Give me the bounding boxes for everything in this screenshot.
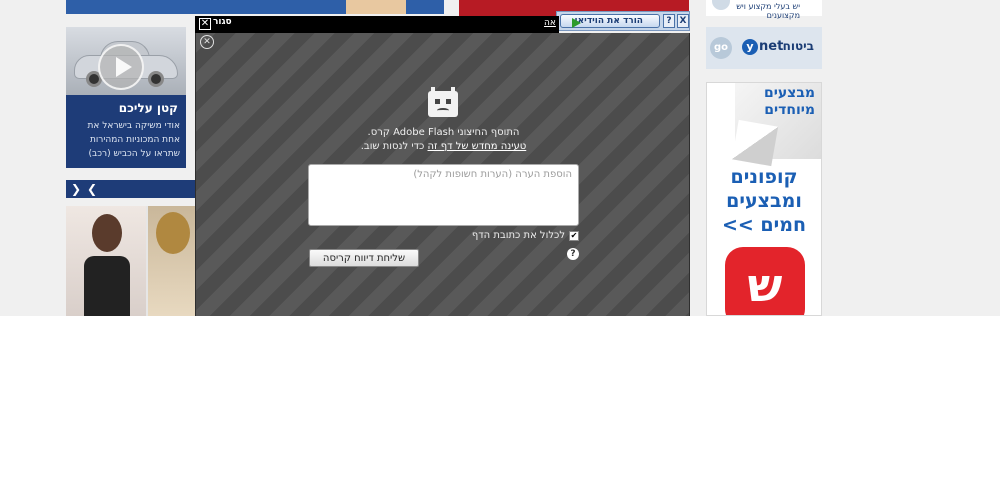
ynet-logo-text: net <box>759 39 784 54</box>
popup-header-bar: ✕ סגור אה <box>195 16 559 33</box>
person-head-shape <box>92 214 122 252</box>
include-url-row: ✔ לכלול את כתובת הדף <box>308 230 579 244</box>
ynet-insurance-banner[interactable]: go y net ביטוח <box>706 27 822 69</box>
include-url-checkbox[interactable]: ✔ <box>569 231 579 241</box>
crash-message: התוסף החיצוני Adobe Flash קרס. <box>367 127 520 138</box>
sad-plugin-icon <box>428 87 458 117</box>
person-head-shape <box>156 212 190 254</box>
go-icon: go <box>710 37 732 59</box>
chevron-right-icon[interactable]: ❮ <box>82 180 102 198</box>
car-article-text[interactable]: אודי משיקה בישראל את אחת המכוניות המהירו… <box>70 119 180 161</box>
paper-curl-graphic <box>731 119 779 167</box>
person-dress-shape <box>84 256 130 316</box>
video-download-bar: הורד את הוידיאו ? X <box>556 11 690 31</box>
person-photo <box>66 206 146 316</box>
shufersal-logo-icon: ש <box>725 247 805 315</box>
person-photo <box>148 206 196 316</box>
ynet-logo: y net <box>742 39 783 55</box>
car-article-title[interactable]: קטן עליכם <box>119 101 178 115</box>
reload-page-link[interactable]: טעינה מחדש של דף זה <box>428 141 527 152</box>
promo-special-label: מבצעים מיוחדים <box>763 85 815 118</box>
insurance-label: ביטוח <box>782 39 814 53</box>
download-video-label: הורד את הוידיאו <box>574 16 643 26</box>
promo-main-label: קופונים ומבצעים חמים >> <box>721 166 807 236</box>
plugin-crash-panel: ✕ התוסף החיצוני Adobe Flash קרס. טעינה מ… <box>195 33 690 316</box>
play-icon[interactable] <box>98 44 144 90</box>
include-url-label[interactable]: לכלול את כתובת הדף <box>472 230 565 241</box>
top-banner-thumbnail[interactable] <box>346 0 406 14</box>
close-circle-icon[interactable]: ✕ <box>200 35 214 49</box>
send-crash-report-button[interactable]: שליחת דיווח קריסה <box>309 249 419 267</box>
retry-suffix-text: כדי לנסות שוב. <box>360 141 428 152</box>
coupons-promo-ad[interactable]: מבצעים מיוחדים קופונים ומבצעים חמים >> ש <box>706 82 822 316</box>
browser-viewport: קטן עליכם אודי משיקה בישראל את אחת המכונ… <box>0 0 1000 316</box>
help-icon[interactable]: ? <box>567 248 579 260</box>
help-icon[interactable]: ? <box>663 14 675 28</box>
close-icon[interactable]: X <box>677 14 689 28</box>
sad-mouth-shape <box>437 108 449 113</box>
video-thumbnail[interactable] <box>66 206 196 316</box>
right-top-ad[interactable]: יש בעלי מקצוע ויש מקצוענים <box>706 0 822 20</box>
close-icon[interactable]: ✕ <box>199 18 211 30</box>
car-wheel-icon <box>148 71 164 87</box>
play-icon <box>572 18 581 28</box>
popup-close-label[interactable]: סגור <box>213 17 232 27</box>
crash-comment-input[interactable] <box>308 164 579 226</box>
download-video-button[interactable]: הורד את הוידיאו <box>560 14 660 28</box>
popup-header-link[interactable]: אה <box>544 18 556 28</box>
play-triangle <box>116 57 132 77</box>
crash-retry-message: טעינה מחדש של דף זה כדי לנסות שוב. <box>196 141 691 152</box>
right-top-ad-text: יש בעלי מקצוע ויש מקצוענים <box>736 2 800 20</box>
gallery-nav-bar: ❯ ❮ <box>66 180 196 198</box>
ynet-y-icon: y <box>742 39 758 55</box>
sad-eye-shape <box>435 99 440 104</box>
sad-eye-shape <box>446 99 451 104</box>
